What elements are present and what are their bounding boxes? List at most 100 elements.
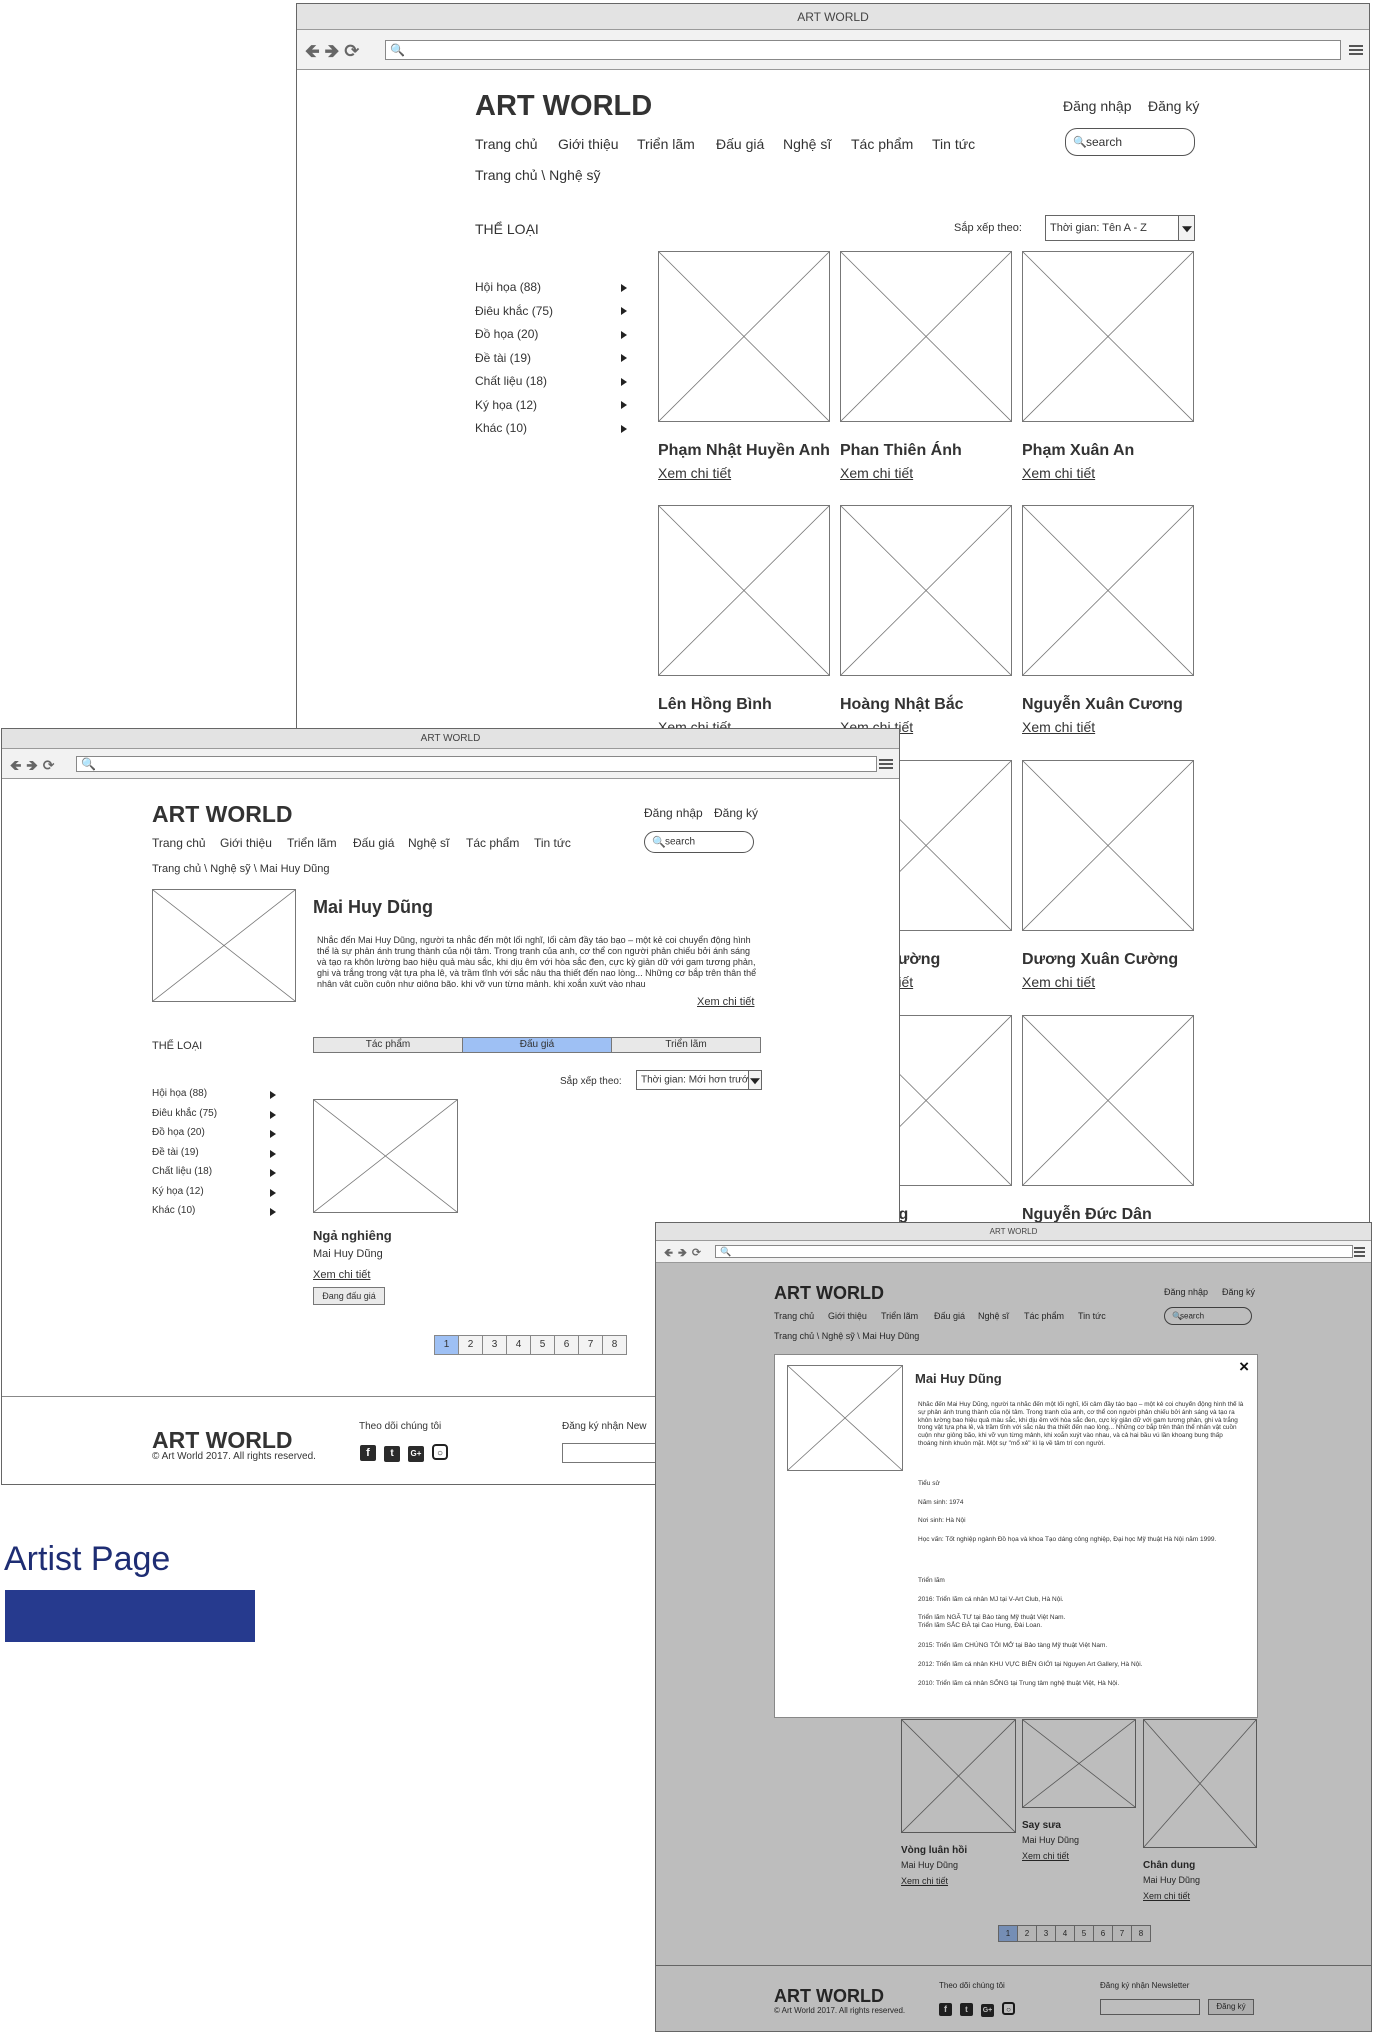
facebook-icon[interactable]: f (360, 1445, 376, 1461)
nav-artists[interactable]: Nghệ sĩ (408, 836, 449, 850)
chevron-right-icon[interactable] (621, 307, 627, 316)
tab-exhibitions[interactable]: Triển lãm (612, 1038, 760, 1052)
nav-buttons[interactable]: 🡸 🡺 ⟳ (664, 1244, 706, 1263)
artist-name[interactable]: Hoàng Nhật Bắc (840, 696, 964, 714)
artist-thumbnail[interactable] (658, 505, 830, 676)
chevron-right-icon[interactable] (621, 354, 627, 363)
category-item[interactable]: Điêu khắc (75) (152, 1108, 217, 1119)
tab-auctions[interactable]: Đấu giá (463, 1038, 612, 1052)
category-item[interactable]: Đồ họa (20) (152, 1127, 205, 1138)
menu-icon[interactable] (1354, 1245, 1365, 1259)
artist-thumbnail[interactable] (1022, 760, 1194, 931)
sort-select[interactable]: Thời gian: Tên A - Z (1045, 215, 1195, 241)
chevron-right-icon[interactable] (270, 1149, 276, 1158)
close-icon[interactable]: × (1239, 1357, 1249, 1377)
nav-exhibitions[interactable]: Triển lãm (637, 136, 695, 152)
instagram-icon[interactable]: ○ (432, 1444, 448, 1460)
forward-icon[interactable]: 🡺 (678, 1247, 687, 1259)
twitter-icon[interactable]: t (384, 1446, 400, 1462)
tab-artworks[interactable]: Tác phẩm (314, 1038, 463, 1052)
nav-auctions[interactable]: Đấu giá (353, 836, 394, 850)
page-button[interactable]: 8 (602, 1335, 627, 1355)
artist-name[interactable]: Dương Xuân Cường (1022, 951, 1178, 969)
artist-thumbnail[interactable] (1022, 1015, 1194, 1186)
back-icon[interactable]: 🡸 (664, 1247, 673, 1259)
artist-details-link[interactable]: Xem chi tiết (1022, 974, 1095, 990)
nav-about[interactable]: Giới thiệu (558, 136, 619, 152)
url-bar[interactable]: 🔍 (715, 1245, 1353, 1258)
nav-buttons[interactable]: 🡸 🡺 ⟳ (305, 39, 364, 69)
nav-artists[interactable]: Nghệ sĩ (783, 136, 831, 152)
forward-icon[interactable]: 🡺 (325, 41, 340, 61)
auction-status-button[interactable]: Đang đấu giá (313, 1287, 385, 1305)
nav-auctions[interactable]: Đấu giá (716, 136, 764, 152)
artist-name[interactable]: Nguyễn Xuân Cương (1022, 696, 1183, 714)
url-bar[interactable]: 🔍 (76, 756, 877, 772)
search-input[interactable]: 🔍 search (1065, 128, 1195, 156)
page-button[interactable]: 1 (434, 1335, 459, 1355)
menu-icon[interactable] (1349, 43, 1363, 57)
category-item[interactable]: Chất liệu (18) (152, 1166, 212, 1177)
search-input[interactable]: 🔍 search (644, 831, 754, 853)
category-item[interactable]: Khác (10) (475, 421, 527, 435)
nav-news[interactable]: Tin tức (534, 836, 571, 850)
nav-artworks[interactable]: Tác phẩm (466, 836, 519, 850)
category-item[interactable]: Đề tài (19) (152, 1147, 199, 1158)
chevron-right-icon[interactable] (270, 1130, 276, 1138)
category-item[interactable]: Đề tài (19) (475, 351, 531, 365)
chevron-right-icon[interactable] (270, 1169, 276, 1177)
artist-name[interactable]: Phan Thiên Ánh (840, 442, 962, 460)
back-icon[interactable]: 🡸 (10, 757, 21, 773)
chevron-right-icon[interactable] (621, 424, 627, 433)
artist-thumbnail[interactable] (658, 251, 830, 422)
nav-exhibitions[interactable]: Triển lãm (287, 836, 337, 850)
artist-thumbnail[interactable] (1022, 505, 1194, 676)
chevron-right-icon[interactable] (621, 401, 627, 410)
nav-home[interactable]: Trang chủ (152, 836, 206, 850)
sort-select[interactable]: Thời gian: Mới hơn trước (636, 1070, 762, 1090)
site-logo[interactable]: ART WORLD (152, 801, 293, 828)
back-icon[interactable]: 🡸 (305, 41, 320, 61)
chevron-right-icon[interactable] (270, 1188, 276, 1197)
artwork-details-link[interactable]: Xem chi tiết (313, 1269, 370, 1281)
register-link[interactable]: Đăng ký (714, 806, 758, 820)
category-item[interactable]: Đồ họa (20) (475, 327, 538, 341)
login-link[interactable]: Đăng nhập (1063, 98, 1132, 114)
artist-details-link[interactable]: Xem chi tiết (658, 465, 731, 481)
url-bar[interactable]: 🔍 (385, 40, 1341, 60)
page-button[interactable]: 2 (458, 1335, 483, 1355)
artist-name[interactable]: Phạm Nhật Huyền Anh (658, 442, 830, 460)
chevron-right-icon[interactable] (270, 1208, 276, 1216)
nav-news[interactable]: Tin tức (932, 136, 975, 152)
nav-home[interactable]: Trang chủ (475, 136, 538, 152)
menu-icon[interactable] (879, 757, 893, 771)
nav-about[interactable]: Giới thiệu (220, 836, 272, 850)
register-link[interactable]: Đăng ký (1148, 98, 1199, 114)
category-item[interactable]: Khác (10) (152, 1205, 195, 1216)
category-item[interactable]: Hội họa (88) (475, 280, 541, 294)
chevron-right-icon[interactable] (270, 1110, 276, 1119)
page-button[interactable]: 4 (506, 1335, 531, 1355)
artist-details-link[interactable]: Xem chi tiết (1022, 719, 1095, 735)
artist-thumbnail[interactable] (1022, 251, 1194, 422)
page-button[interactable]: 5 (530, 1335, 555, 1355)
chevron-right-icon[interactable] (621, 377, 627, 386)
chevron-right-icon[interactable] (270, 1091, 276, 1099)
artist-name[interactable]: Phạm Xuân An (1022, 442, 1134, 460)
artist-name[interactable]: Lên Hồng Bình (658, 696, 772, 714)
category-item[interactable]: Ký họa (12) (475, 398, 537, 412)
google-plus-icon[interactable]: G+ (408, 1446, 424, 1462)
nav-buttons[interactable]: 🡸 🡺 ⟳ (10, 755, 59, 779)
category-item[interactable]: Hội họa (88) (152, 1088, 207, 1099)
chevron-right-icon[interactable] (621, 330, 627, 339)
page-button[interactable]: 7 (578, 1335, 603, 1355)
more-details-link[interactable]: Xem chi tiết (697, 996, 754, 1008)
artist-details-link[interactable]: Xem chi tiết (840, 465, 913, 481)
chevron-right-icon[interactable] (621, 283, 627, 292)
artist-details-link[interactable]: Xem chi tiết (1022, 465, 1095, 481)
reload-icon[interactable]: ⟳ (692, 1247, 701, 1259)
reload-icon[interactable]: ⟳ (43, 757, 55, 773)
page-button[interactable]: 3 (482, 1335, 507, 1355)
category-item[interactable]: Chất liệu (18) (475, 374, 547, 388)
site-logo[interactable]: ART WORLD (475, 90, 652, 123)
